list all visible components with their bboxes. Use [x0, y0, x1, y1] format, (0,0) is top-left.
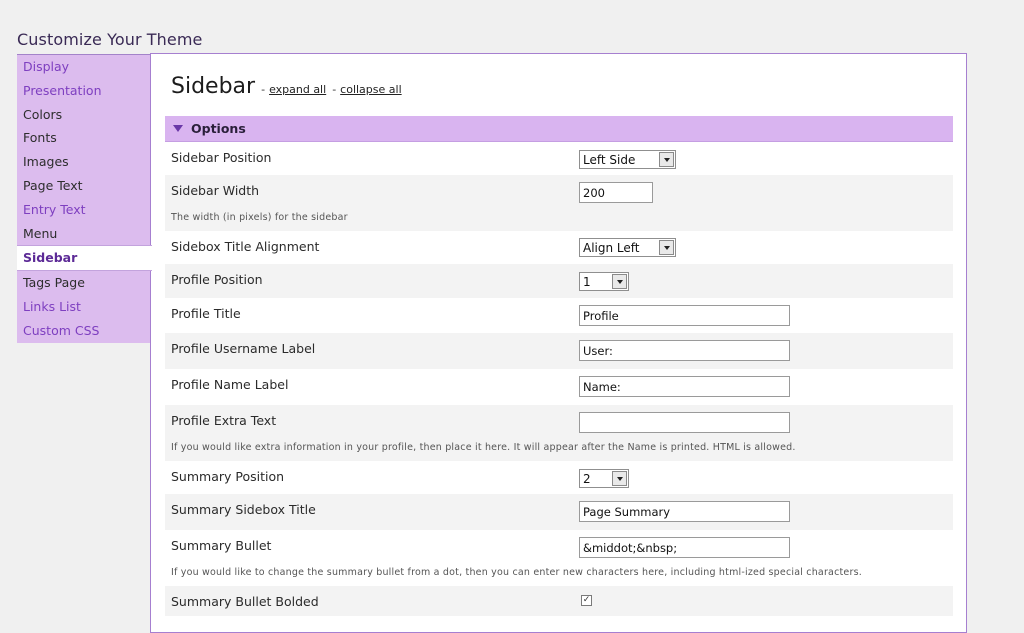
collapse-all-link[interactable]: collapse all: [340, 83, 401, 96]
field-label: Sidebar Position: [171, 150, 272, 165]
profile-position-select[interactable]: 1: [579, 272, 629, 291]
expand-all-link[interactable]: expand all: [269, 83, 326, 96]
nav-item-custom-css[interactable]: Custom CSS: [17, 318, 150, 343]
select-value: Left Side: [583, 152, 636, 167]
checkmark-icon: ✓: [582, 595, 591, 605]
profile-username-label-input[interactable]: [579, 340, 790, 361]
field-label: Profile Username Label: [171, 341, 316, 356]
field-label: Profile Extra Text: [171, 413, 277, 428]
field-label: Summary Bullet: [171, 538, 272, 553]
field-label: Profile Position: [171, 272, 263, 287]
page-title: Customize Your Theme: [17, 30, 203, 49]
field-label: Profile Title: [171, 306, 241, 321]
field-label: Profile Name Label: [171, 377, 289, 392]
nav-item-images[interactable]: Images: [17, 150, 150, 174]
sidebar-position-select[interactable]: Left Side: [579, 150, 676, 169]
nav-item-links-list[interactable]: Links List: [17, 294, 150, 319]
panel-title: Sidebar: [171, 74, 256, 99]
row-sidebar-width: Sidebar Width The width (in pixels) for …: [165, 175, 953, 231]
separator: -: [332, 83, 337, 96]
profile-title-input[interactable]: [579, 305, 790, 326]
nav-item-tags-page[interactable]: Tags Page: [17, 271, 150, 295]
row-summary-sidebox-title: Summary Sidebox Title: [165, 494, 953, 530]
field-description: The width (in pixels) for the sidebar: [171, 212, 348, 223]
nav-item-display[interactable]: Display: [17, 55, 150, 79]
row-profile-title: Profile Title: [165, 298, 953, 333]
row-sidebar-position: Sidebar Position Left Side: [165, 142, 953, 175]
field-description: If you would like extra information in y…: [171, 442, 796, 453]
select-value: 2: [583, 471, 591, 486]
panel-heading: Sidebar - expand all - collapse all: [171, 74, 402, 99]
chevron-down-icon: [612, 471, 627, 486]
row-sidebox-title-alignment: Sidebox Title Alignment Align Left: [165, 231, 953, 264]
field-label: Sidebar Width: [171, 183, 260, 198]
chevron-down-icon: [659, 240, 674, 255]
section-title: Options: [191, 121, 246, 136]
options-panel: Sidebar - expand all - collapse all Opti…: [150, 53, 967, 633]
field-description: If you would like to change the summary …: [171, 567, 862, 578]
options-section: Options Sidebar Position Left Side Sideb…: [165, 116, 953, 616]
row-summary-position: Summary Position 2: [165, 461, 953, 494]
summary-position-select[interactable]: 2: [579, 469, 629, 488]
field-label: Summary Position: [171, 469, 285, 484]
nav-item-colors[interactable]: Colors: [17, 102, 150, 127]
profile-extra-text-input[interactable]: [579, 412, 790, 433]
field-label: Sidebox Title Alignment: [171, 239, 320, 254]
nav-item-sidebar[interactable]: Sidebar: [17, 245, 152, 272]
select-value: 1: [583, 274, 591, 289]
row-profile-name-label: Profile Name Label: [165, 369, 953, 405]
chevron-down-icon: [659, 152, 674, 167]
row-summary-bullet-bolded: Summary Bullet Bolded ✓: [165, 586, 953, 616]
chevron-down-icon: [612, 274, 627, 289]
row-profile-position: Profile Position 1: [165, 264, 953, 298]
field-label: Summary Bullet Bolded: [171, 594, 319, 609]
field-label: Summary Sidebox Title: [171, 502, 316, 517]
nav-item-entry-text[interactable]: Entry Text: [17, 197, 150, 222]
nav-item-presentation[interactable]: Presentation: [17, 78, 150, 103]
triangle-down-icon: [173, 125, 183, 132]
row-profile-username-label: Profile Username Label: [165, 333, 953, 369]
profile-name-label-input[interactable]: [579, 376, 790, 397]
nav-item-menu[interactable]: Menu: [17, 221, 150, 246]
separator: -: [261, 83, 266, 96]
nav-item-fonts[interactable]: Fonts: [17, 126, 150, 151]
sidebar-width-input[interactable]: [579, 182, 653, 203]
theme-nav: Display Presentation Colors Fonts Images…: [17, 54, 152, 343]
summary-bullet-bolded-checkbox[interactable]: ✓: [581, 595, 592, 606]
row-summary-bullet: Summary Bullet If you would like to chan…: [165, 530, 953, 586]
summary-bullet-input[interactable]: [579, 537, 790, 558]
row-profile-extra-text: Profile Extra Text If you would like ext…: [165, 405, 953, 461]
summary-sidebox-title-input[interactable]: [579, 501, 790, 522]
select-value: Align Left: [583, 240, 640, 255]
nav-item-page-text[interactable]: Page Text: [17, 173, 150, 198]
sidebox-title-alignment-select[interactable]: Align Left: [579, 238, 676, 257]
options-section-header[interactable]: Options: [165, 116, 953, 142]
